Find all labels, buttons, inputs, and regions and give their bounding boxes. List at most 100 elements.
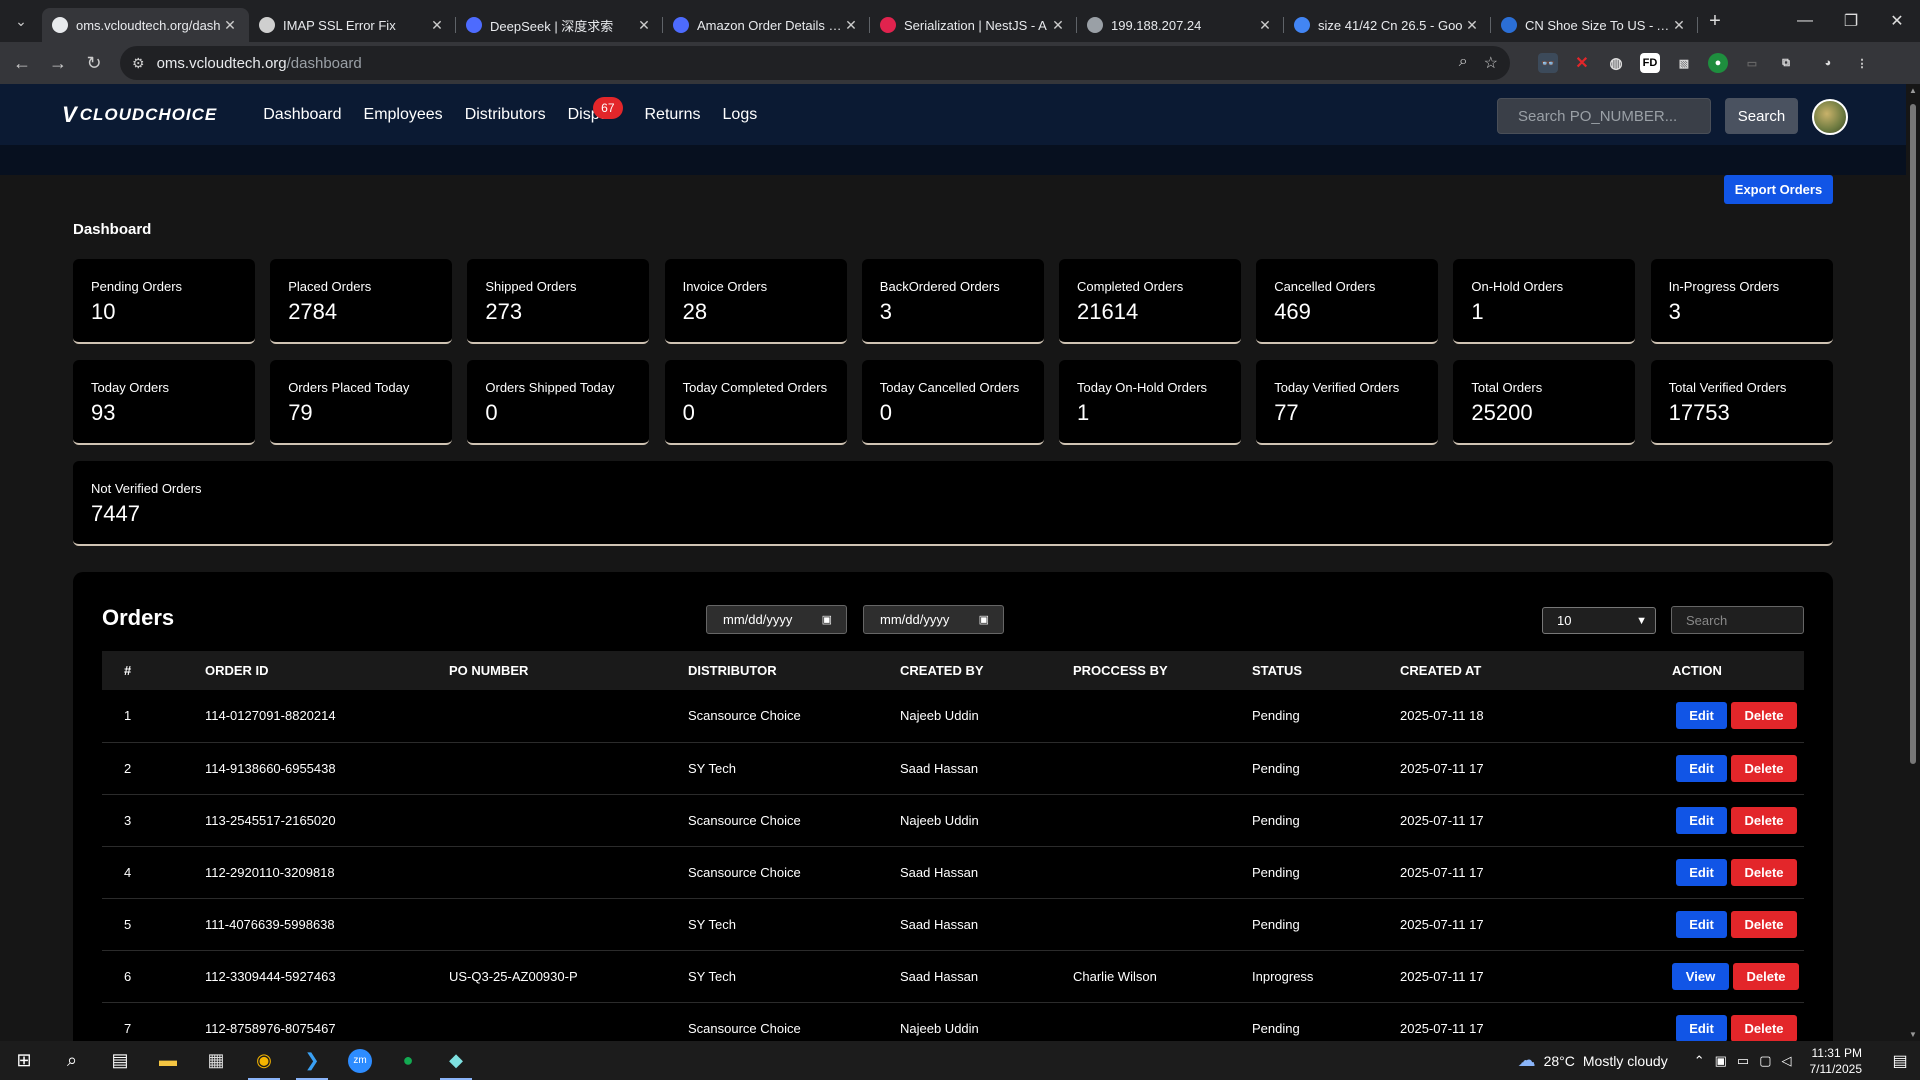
extension-glasses-icon[interactable]: 👓 [1538, 53, 1558, 73]
extension-dark-icon[interactable]: ▭ [1742, 53, 1762, 73]
profile-icon[interactable]: ◕ [1818, 53, 1838, 73]
tab-close-icon[interactable]: ✕ [842, 17, 860, 34]
stat-label: Not Verified Orders [91, 481, 202, 496]
app-diamond-icon[interactable]: ◆ [432, 1041, 480, 1080]
task-view-icon[interactable]: ▤ [96, 1041, 144, 1080]
created-at-cell: 2025-07-11 17 [1400, 950, 1656, 1003]
browser-tab[interactable]: IMAP SSL Error Fix ✕ [249, 8, 456, 42]
weather-widget[interactable]: ☁ 28°C Mostly cloudy [1518, 1050, 1668, 1071]
edit-button[interactable]: Edit [1676, 806, 1727, 834]
browser-tab[interactable]: size 41/42 Cn 26.5 - Goo ✕ [1284, 8, 1491, 42]
mongodb-compass-icon[interactable]: ● [384, 1041, 432, 1080]
po-search-button[interactable]: Search [1725, 98, 1798, 134]
delete-button[interactable]: Delete [1731, 858, 1797, 886]
brand-logo[interactable]: V CLOUDCHOICE [62, 102, 217, 128]
forward-icon[interactable]: → [40, 53, 76, 74]
back-icon[interactable]: ← [4, 53, 40, 74]
nav-returns[interactable]: Returns [645, 106, 701, 124]
user-avatar[interactable] [1812, 99, 1848, 135]
stat-value: 469 [1274, 299, 1311, 324]
calendar-icon[interactable]: ▣ [979, 613, 989, 626]
browser-tab[interactable]: 199.188.207.24 ✕ [1077, 8, 1284, 42]
stat-label: Placed Orders [288, 279, 372, 294]
main-nav: Dashboard Employees Distributors Dispu 67… [263, 96, 758, 124]
row-index-cell: 4 [102, 846, 205, 899]
extension-green-icon[interactable]: ● [1708, 53, 1728, 73]
nav-disputes[interactable]: Dispu 67 [568, 96, 623, 124]
date-from-input[interactable]: mm/dd/yyyy ▣ [706, 605, 847, 634]
orders-search-input[interactable]: Search [1671, 606, 1804, 634]
delete-button[interactable]: Delete [1731, 754, 1797, 782]
search-icon[interactable]: ⌕ [48, 1041, 96, 1080]
tab-close-icon[interactable]: ✕ [1463, 17, 1481, 34]
edit-button[interactable]: Edit [1676, 1014, 1727, 1041]
tab-close-icon[interactable]: ✕ [428, 17, 446, 34]
extension-x-icon[interactable]: ✕ [1572, 53, 1592, 73]
process-by-cell [1073, 846, 1252, 899]
bookmark-star-icon[interactable]: ☆ [1484, 53, 1498, 73]
tray-app-icon[interactable]: ▣ [1715, 1053, 1727, 1069]
browser-tab[interactable]: oms.vcloudtech.org/dash ✕ [42, 8, 249, 42]
calendar-icon[interactable]: ▣ [822, 613, 832, 626]
file-explorer-icon[interactable]: ▬ [144, 1041, 192, 1080]
new-tab-button[interactable]: + [1698, 10, 1732, 33]
close-window-icon[interactable]: ✕ [1874, 11, 1920, 31]
delete-button[interactable]: Delete [1731, 910, 1797, 938]
tab-close-icon[interactable]: ✕ [635, 17, 653, 34]
tab-close-icon[interactable]: ✕ [1256, 17, 1274, 34]
nav-distributors[interactable]: Distributors [465, 106, 546, 124]
vscode-icon[interactable]: ❯ [288, 1041, 336, 1080]
restore-icon[interactable]: ❐ [1828, 11, 1874, 31]
scroll-down-icon[interactable]: ▼ [1909, 1030, 1917, 1039]
edit-button[interactable]: Edit [1676, 702, 1727, 730]
distributor-cell: Scansource Choice [688, 794, 900, 847]
extension-image-icon[interactable]: ▧ [1674, 53, 1694, 73]
delete-button[interactable]: Delete [1733, 962, 1799, 990]
edit-button[interactable]: Edit [1676, 910, 1727, 938]
tab-search-icon[interactable]: ⌄ [0, 0, 42, 42]
network-icon[interactable]: ▢ [1759, 1053, 1771, 1069]
address-bar[interactable]: ⚙ oms.vcloudtech.org/dashboard ⌕ ☆ [120, 46, 1510, 80]
browser-tab[interactable]: CN Shoe Size To US - A T ✕ [1491, 8, 1698, 42]
scroll-up-icon[interactable]: ▲ [1909, 86, 1917, 95]
zoom-app-icon[interactable]: zm [336, 1041, 384, 1080]
reload-icon[interactable]: ↻ [76, 53, 112, 74]
page-size-select[interactable]: 10 ▼ [1542, 607, 1656, 634]
date-to-input[interactable]: mm/dd/yyyy ▣ [863, 605, 1004, 634]
created-at-cell: 2025-07-11 17 [1400, 898, 1656, 951]
tab-close-icon[interactable]: ✕ [1670, 17, 1688, 34]
nav-employees[interactable]: Employees [364, 106, 443, 124]
tab-close-icon[interactable]: ✕ [1049, 17, 1067, 34]
export-orders-button[interactable]: Export Orders [1724, 175, 1833, 204]
scrollbar-thumb[interactable] [1910, 104, 1916, 764]
clock[interactable]: 11:31 PM 7/11/2025 [1810, 1045, 1863, 1077]
extensions-puzzle-icon[interactable]: ⧉ [1776, 53, 1796, 73]
nav-logs[interactable]: Logs [723, 106, 758, 124]
chrome-icon[interactable]: ◉ [240, 1041, 288, 1080]
browser-tab[interactable]: DeepSeek | 深度求索 ✕ [456, 8, 663, 42]
store-icon[interactable]: ▦ [192, 1041, 240, 1080]
edit-button[interactable]: Edit [1676, 754, 1727, 782]
volume-icon[interactable]: ◁ [1782, 1053, 1792, 1069]
notifications-icon[interactable]: ▤ [1880, 1051, 1920, 1071]
browser-menu-icon[interactable]: ⋮ [1852, 53, 1872, 73]
tab-close-icon[interactable]: ✕ [221, 17, 239, 34]
site-info-icon[interactable]: ⚙ [132, 55, 145, 72]
view-button[interactable]: View [1672, 962, 1729, 990]
edit-button[interactable]: Edit [1676, 858, 1727, 886]
po-search-input[interactable]: Search PO_NUMBER... [1497, 98, 1711, 134]
delete-button[interactable]: Delete [1731, 702, 1797, 730]
minimize-icon[interactable]: — [1782, 12, 1828, 30]
zoom-icon[interactable]: ⌕ [1459, 53, 1468, 73]
windows-start-icon[interactable]: ⊞ [0, 1041, 48, 1080]
delete-button[interactable]: Delete [1731, 1014, 1797, 1041]
page-scrollbar[interactable]: ▲ ▼ [1906, 84, 1920, 1041]
nav-dashboard[interactable]: Dashboard [263, 106, 341, 124]
browser-tab[interactable]: Serialization | NestJS - A ✕ [870, 8, 1077, 42]
battery-icon[interactable]: ▭ [1737, 1053, 1749, 1069]
delete-button[interactable]: Delete [1731, 806, 1797, 834]
browser-tab[interactable]: Amazon Order Details for ✕ [663, 8, 870, 42]
extension-globe-icon[interactable]: ◍ [1606, 53, 1626, 73]
chevron-up-icon[interactable]: ⌃ [1694, 1053, 1705, 1069]
extension-fd-icon[interactable]: FD [1640, 53, 1660, 73]
